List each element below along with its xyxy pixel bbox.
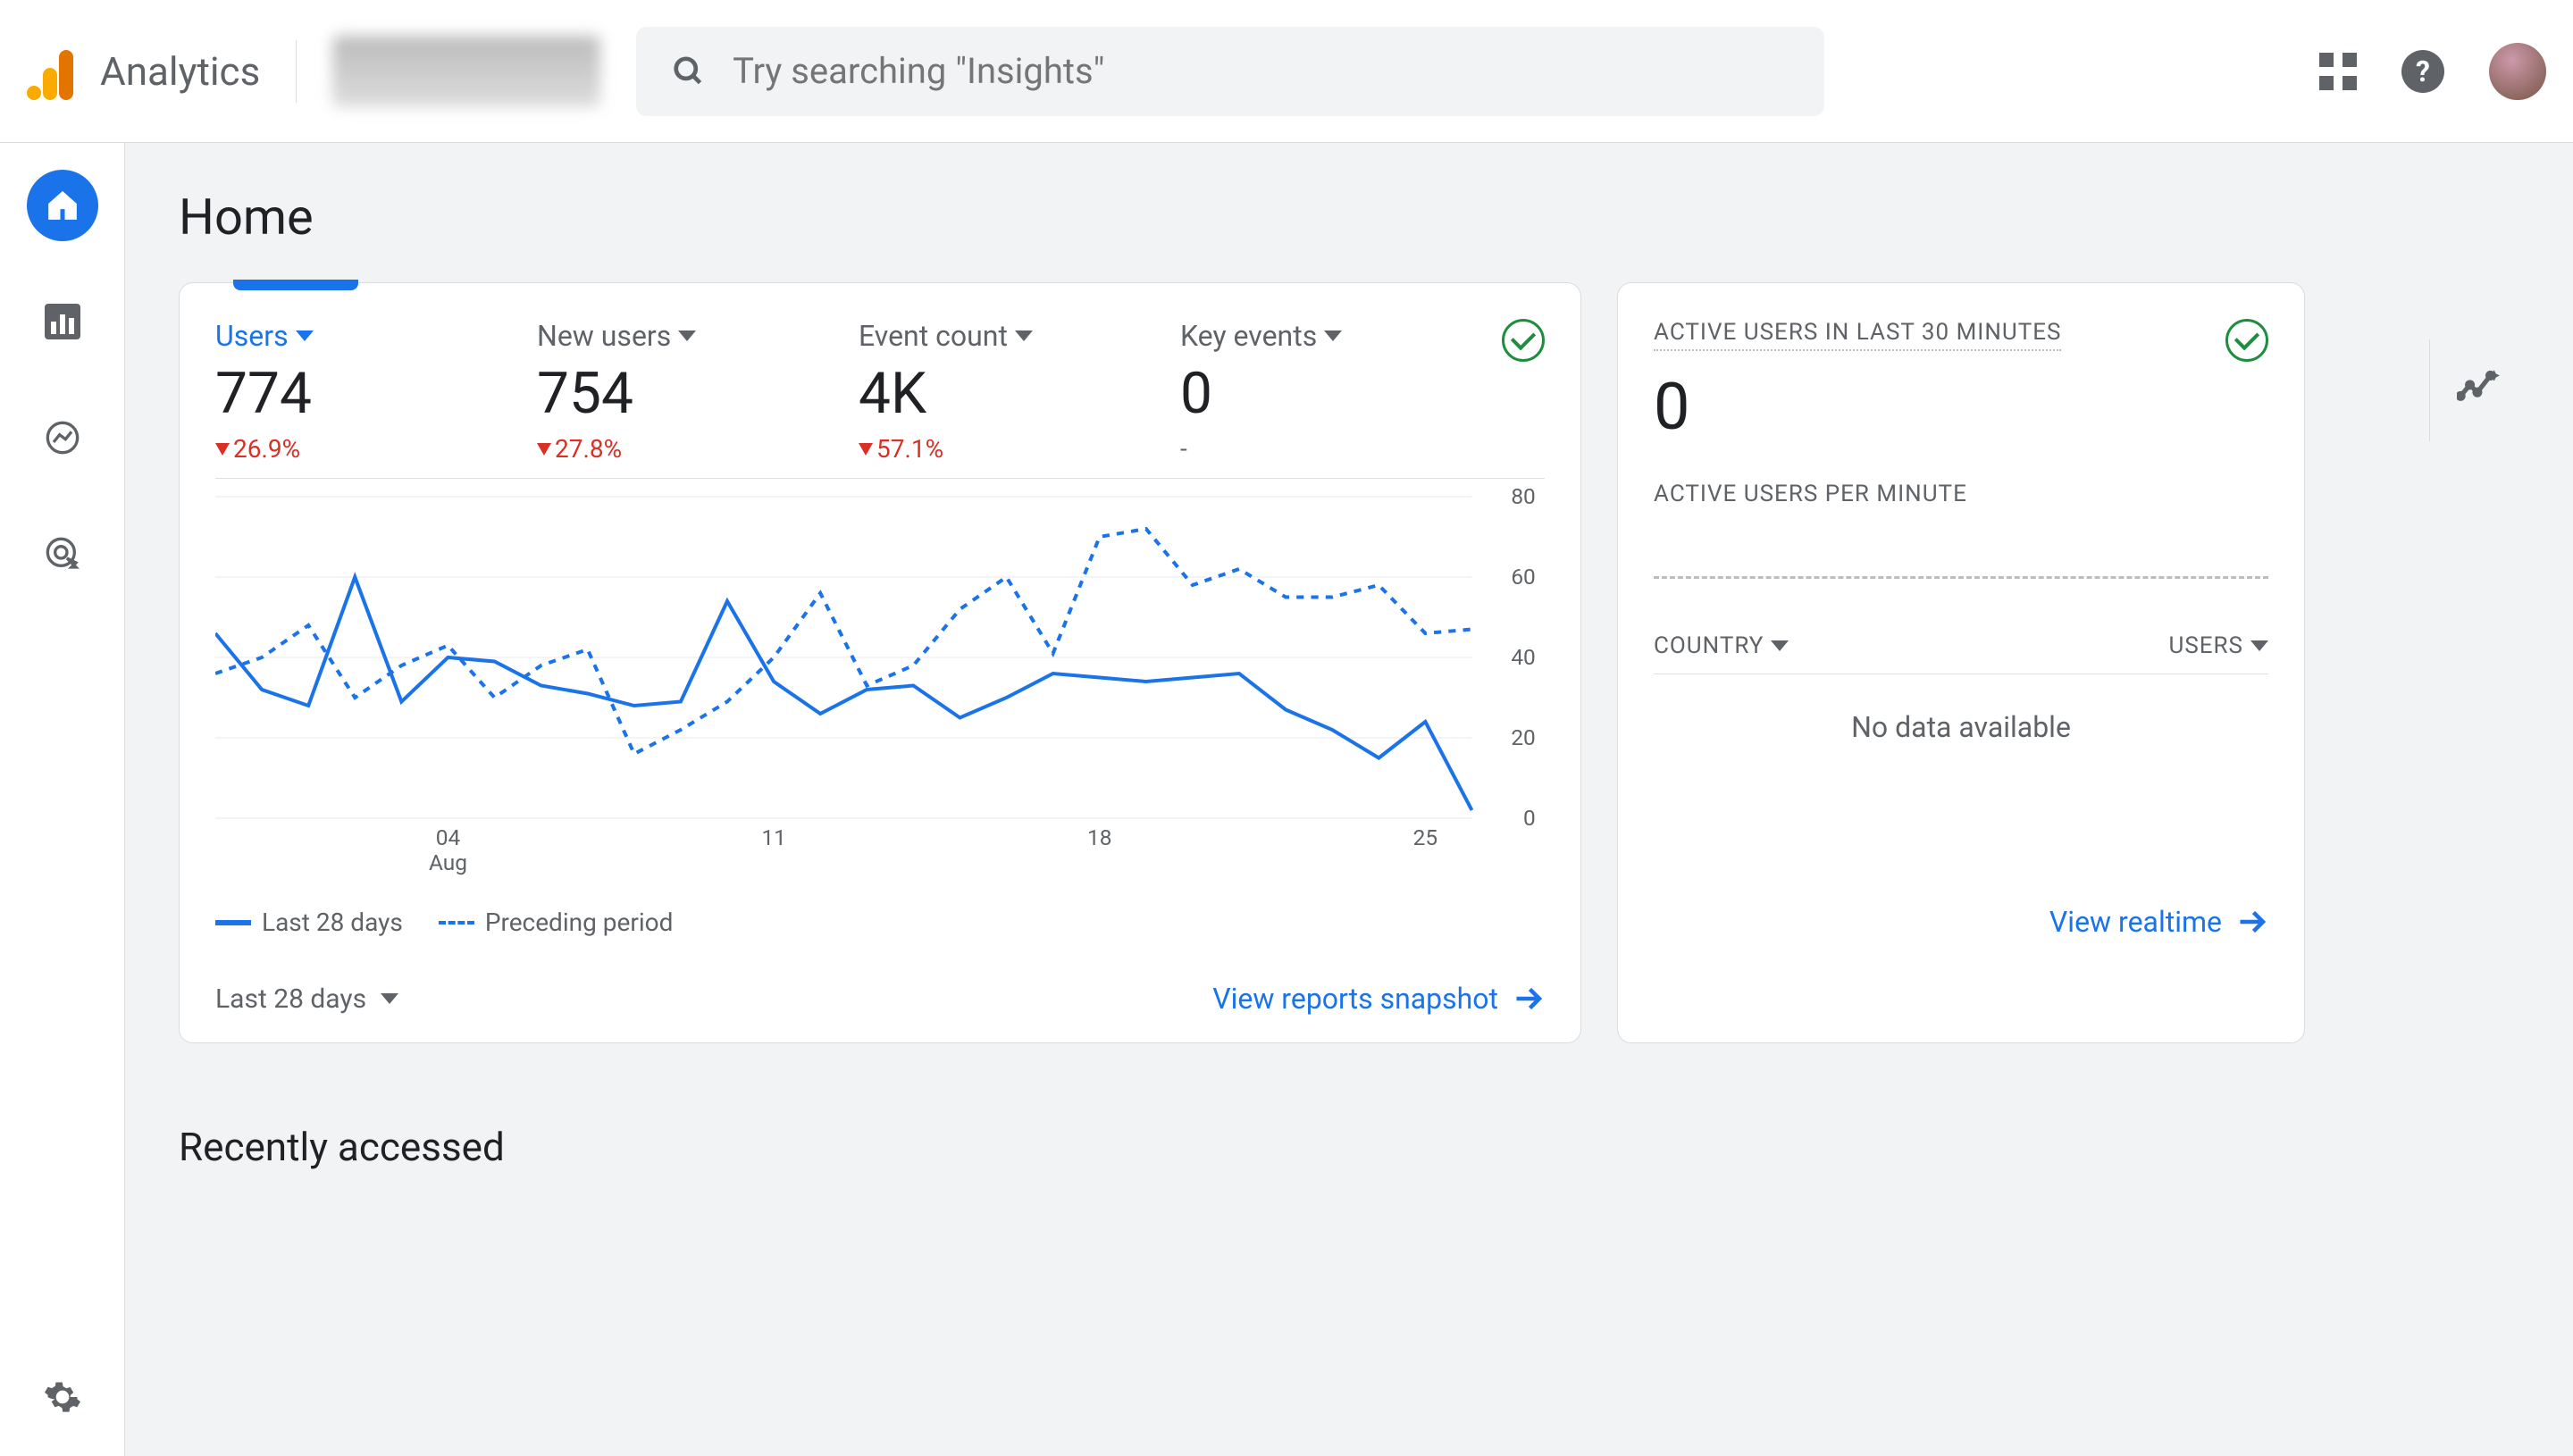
- realtime-col-users[interactable]: USERS: [2168, 632, 2268, 659]
- chart-legend: Last 28 days Preceding period: [215, 908, 1545, 937]
- realtime-sparkline: [1654, 534, 2268, 579]
- users-trend-chart[interactable]: 0 20 40 60 80 04Aug 11 18 25: [215, 488, 1545, 881]
- app-header: Analytics ?: [0, 0, 2573, 143]
- logo-block[interactable]: Analytics: [27, 43, 260, 100]
- user-avatar[interactable]: [2489, 43, 2546, 100]
- brand-name: Analytics: [100, 48, 260, 95]
- nav-home[interactable]: [27, 170, 98, 241]
- sidebar: [0, 143, 125, 1456]
- svg-text:40: 40: [1511, 645, 1535, 670]
- metric-event-count[interactable]: Event count 4K 57.1%: [859, 319, 1180, 464]
- svg-text:04: 04: [436, 825, 461, 850]
- svg-text:25: 25: [1413, 825, 1437, 850]
- recently-accessed-heading: Recently accessed: [179, 1124, 2519, 1170]
- empty-state: No data available: [1654, 701, 2268, 905]
- legend-current: Last 28 days: [262, 908, 403, 937]
- home-icon: [45, 188, 80, 223]
- explore-icon: [45, 420, 80, 456]
- target-icon: [45, 536, 80, 572]
- metrics-card: Users 774 26.9%New users 754 27.8%Event …: [179, 282, 1581, 1043]
- svg-text:Aug: Aug: [429, 850, 467, 875]
- realtime-value: 0: [1654, 369, 2268, 445]
- nav-reports[interactable]: [27, 286, 98, 357]
- svg-text:80: 80: [1511, 488, 1535, 509]
- page-title: Home: [179, 188, 2519, 247]
- insights-button[interactable]: [2429, 339, 2519, 441]
- divider: [296, 40, 297, 103]
- metric-value: 4K: [859, 360, 1180, 427]
- metric-users[interactable]: Users 774 26.9%: [215, 319, 537, 464]
- realtime-subtitle: ACTIVE USERS PER MINUTE: [1654, 481, 2268, 507]
- active-tab-indicator: [233, 280, 358, 290]
- gear-icon: [43, 1377, 82, 1417]
- help-icon[interactable]: ?: [2401, 50, 2444, 93]
- realtime-card: ACTIVE USERS IN LAST 30 MINUTES 0 ACTIVE…: [1617, 282, 2305, 1043]
- metric-new-users[interactable]: New users 754 27.8%: [537, 319, 859, 464]
- arrow-right-icon: [2236, 906, 2268, 938]
- search-input[interactable]: [733, 50, 1789, 92]
- chevron-down-icon: [1015, 331, 1033, 341]
- view-reports-snapshot-link[interactable]: View reports snapshot: [1212, 982, 1545, 1016]
- metric-label[interactable]: Key events: [1180, 319, 1502, 353]
- nav-explore[interactable]: [27, 402, 98, 473]
- svg-text:11: 11: [761, 825, 785, 850]
- date-range-selector[interactable]: Last 28 days: [215, 983, 398, 1015]
- metric-key-events[interactable]: Key events 0 -: [1180, 319, 1502, 464]
- realtime-col-country[interactable]: COUNTRY: [1654, 632, 1789, 659]
- reports-icon: [45, 304, 80, 339]
- svg-text:0: 0: [1523, 806, 1536, 831]
- chevron-down-icon: [678, 331, 696, 341]
- search-icon: [672, 54, 706, 89]
- view-realtime-link[interactable]: View realtime: [2049, 905, 2268, 939]
- metric-label[interactable]: New users: [537, 319, 859, 353]
- verified-badge-icon[interactable]: [2225, 319, 2268, 362]
- legend-preceding: Preceding period: [485, 908, 674, 937]
- chevron-down-icon: [1771, 640, 1789, 651]
- metric-value: 0: [1180, 360, 1502, 427]
- arrow-right-icon: [1513, 983, 1545, 1015]
- main-content: Home Users 774 26.9%New users 754 27.8%E…: [125, 143, 2573, 1456]
- svg-text:18: 18: [1087, 825, 1111, 850]
- metric-value: 774: [215, 360, 537, 427]
- metric-label[interactable]: Event count: [859, 319, 1180, 353]
- nav-admin[interactable]: [43, 1377, 82, 1420]
- insights-icon: [2457, 366, 2502, 411]
- nav-advertising[interactable]: [27, 518, 98, 590]
- analytics-logo-icon: [27, 43, 84, 100]
- chevron-down-icon: [381, 993, 398, 1004]
- property-selector[interactable]: [332, 36, 600, 107]
- search-bar[interactable]: [636, 27, 1824, 116]
- svg-text:60: 60: [1511, 565, 1535, 590]
- metric-value: 754: [537, 360, 859, 427]
- chevron-down-icon: [1324, 331, 1342, 341]
- metric-label[interactable]: Users: [215, 319, 537, 353]
- chevron-down-icon: [2250, 640, 2268, 651]
- verified-badge-icon[interactable]: [1502, 319, 1545, 362]
- svg-text:20: 20: [1511, 725, 1535, 750]
- apps-icon[interactable]: [2319, 53, 2357, 90]
- chevron-down-icon: [296, 331, 314, 341]
- realtime-title: ACTIVE USERS IN LAST 30 MINUTES: [1654, 319, 2061, 351]
